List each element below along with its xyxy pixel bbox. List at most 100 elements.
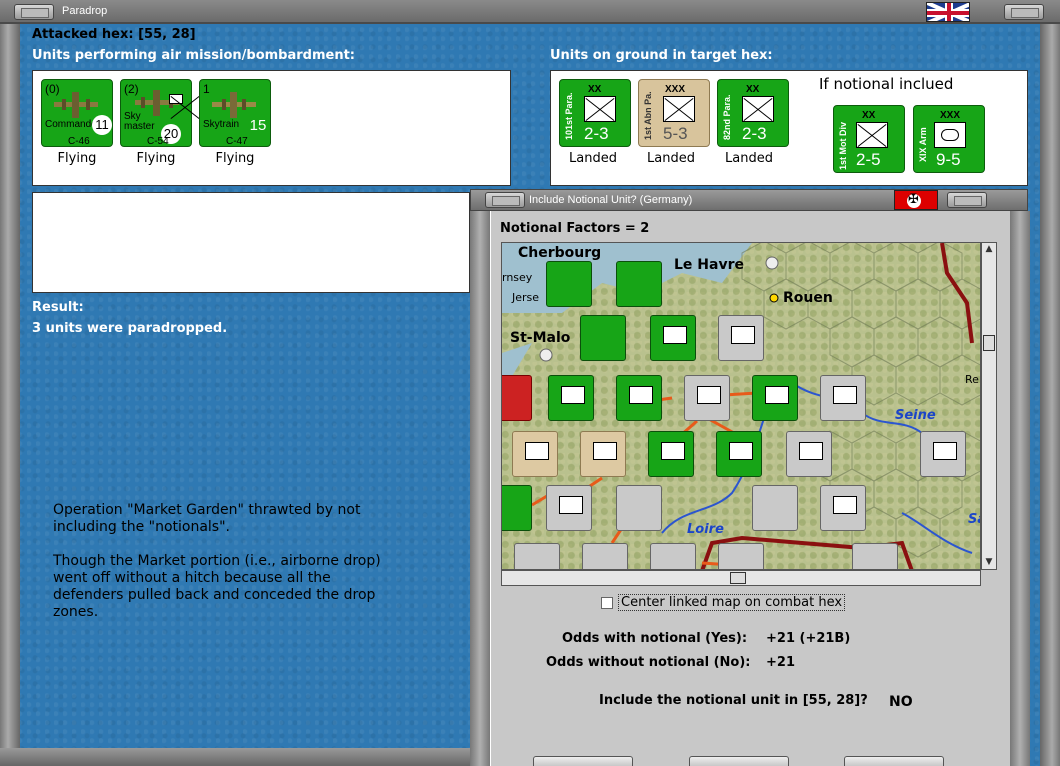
notional-label: If notional inclued [819,75,954,93]
air-units-panel: (0) Commando 11 C-46 Flying (2) Sky mast… [32,70,511,186]
map-horizontal-scrollbar[interactable] [501,570,981,586]
map-enemy-unit[interactable] [718,543,764,569]
armor-symbol-icon [934,122,966,148]
include-answer: NO [889,694,913,710]
linked-map[interactable]: Cherbourg Le Havre Rouen St-Malo Jerse r… [501,242,981,570]
map-river-label: Sa [968,512,980,527]
map-enemy-air-unit[interactable] [616,485,662,531]
unit-status: Landed [725,151,773,166]
map-ground-unit[interactable] [752,375,798,421]
ground-units-panel: XX 101st Para. 2-3 Landed XXX 1st Abn Pa… [550,70,1028,186]
map-vertical-scrollbar[interactable]: ▲ ▼ [981,242,997,570]
scrollbar-thumb[interactable] [730,572,746,584]
result-label: Result: [32,300,84,315]
map-ground-unit[interactable] [502,485,532,531]
scrollbar-thumb[interactable] [983,335,995,351]
air-unit-counter[interactable]: (2) Sky master 20 C-54 [120,79,192,147]
unit-name: Skytrain [203,119,240,130]
unit-strength-badge: 15 [249,117,267,134]
include-question: Include the notional unit in [55, 28]? [599,693,868,708]
commentary-paragraph-1: Operation "Market Garden" thrawted by no… [53,502,361,535]
unit-status: Landed [647,151,695,166]
dialog-title-bar: Include Notional Unit? (Germany) [470,189,1028,211]
map-ground-unit[interactable] [648,431,694,477]
unit-name: 101st Para. [564,92,574,140]
uk-flag-icon [926,2,970,22]
combat-hex-unit[interactable] [684,375,730,421]
result-text: 3 units were paradropped. [32,321,228,336]
window-frame-left [0,24,20,766]
map-enemy-air-unit[interactable] [752,485,798,531]
map-enemy-unit[interactable] [650,543,696,569]
map-ground-unit[interactable] [512,431,558,477]
unit-value: 2-3 [584,124,609,143]
no-button[interactable] [533,756,633,766]
map-city-label: Le Havre [674,257,744,273]
odds-no-value: +21 [766,655,795,670]
unit-aircraft-type: C-46 [68,136,90,147]
dialog-menu-button[interactable] [485,192,525,208]
map-enemy-unit[interactable] [546,485,592,531]
infantry-symbol-icon [663,96,695,122]
unit-name: Commando [45,119,97,130]
unit-size: XX [588,84,602,95]
map-air-unit[interactable] [580,315,626,361]
map-enemy-unit[interactable] [820,485,866,531]
center-map-checkbox-label[interactable]: Center linked map on combat hex [618,594,846,611]
map-air-unit[interactable] [616,261,662,307]
air-unit-counter[interactable]: 1 Skytrain 15 C-47 [199,79,271,147]
yes-button[interactable] [689,756,789,766]
ground-unit-counter[interactable]: XX 82nd Para. 2-3 [717,79,789,147]
notional-unit-counter[interactable]: XX 1st Mot Div 2-5 [833,105,905,173]
map-river-label: Loire [687,522,724,537]
map-ground-unit[interactable] [716,431,762,477]
dialog-close-button[interactable] [947,192,987,208]
map-ground-unit[interactable] [548,375,594,421]
map-enemy-unit[interactable] [920,431,966,477]
close-window-button[interactable] [1004,4,1044,20]
unit-name: 82nd Para. [722,94,732,140]
odds-yes-label: Odds with notional (Yes): [562,631,748,646]
map-ground-unit[interactable] [616,375,662,421]
map-air-unit[interactable] [546,261,592,307]
scroll-down-arrow-icon[interactable]: ▼ [983,557,995,567]
map-ground-unit[interactable] [580,431,626,477]
unit-size: XXX [665,84,686,95]
unit-size: XXX [940,110,961,121]
unit-aircraft-type: C-47 [226,136,248,147]
map-enemy-unit[interactable] [786,431,832,477]
air-unit-counter[interactable]: (0) Commando 11 C-46 [41,79,113,147]
ground-unit-counter[interactable]: XX 101st Para. 2-3 [559,79,631,147]
air-units-label: Units performing air mission/bombardment… [32,48,356,63]
scroll-up-arrow-icon[interactable]: ▲ [983,244,995,254]
map-enemy-unit[interactable] [718,315,764,361]
dialog-frame-left [470,211,490,766]
ground-unit-counter[interactable]: XXX 1st Abn Pa. 5-3 [638,79,710,147]
notional-unit-counter[interactable]: XXX XIX Arm 9-5 [913,105,985,173]
center-map-checkbox[interactable] [601,597,613,609]
germany-flag-icon [894,190,938,210]
map-enemy-unit[interactable] [514,543,560,569]
unit-status: Flying [215,151,255,166]
map-enemy-unit[interactable] [820,375,866,421]
unit-value: 9-5 [936,150,961,169]
map-enemy-unit[interactable] [852,543,898,569]
odds-no-label: Odds without notional (No): [546,655,751,670]
map-ground-unit[interactable] [650,315,696,361]
transport-icon [169,94,183,104]
unit-strength-badge: 11 [92,115,112,135]
unit-value: 2-3 [742,124,767,143]
help-button[interactable] [844,756,944,766]
window-menu-button[interactable] [14,4,54,20]
unit-aircraft-type: C-54 [147,136,169,147]
infantry-symbol-icon [856,122,888,148]
unit-name: Sky master [124,111,155,132]
map-river-label: Seine [895,408,936,423]
window-frame-bottom [0,748,470,766]
title-bar: Paradrop [0,0,1060,24]
unit-value: 5-3 [663,124,688,143]
map-enemy-unit[interactable] [582,543,628,569]
map-enemy-unit[interactable] [502,375,532,421]
unit-status: Landed [569,151,617,166]
map-city-label: St-Malo [510,330,571,346]
